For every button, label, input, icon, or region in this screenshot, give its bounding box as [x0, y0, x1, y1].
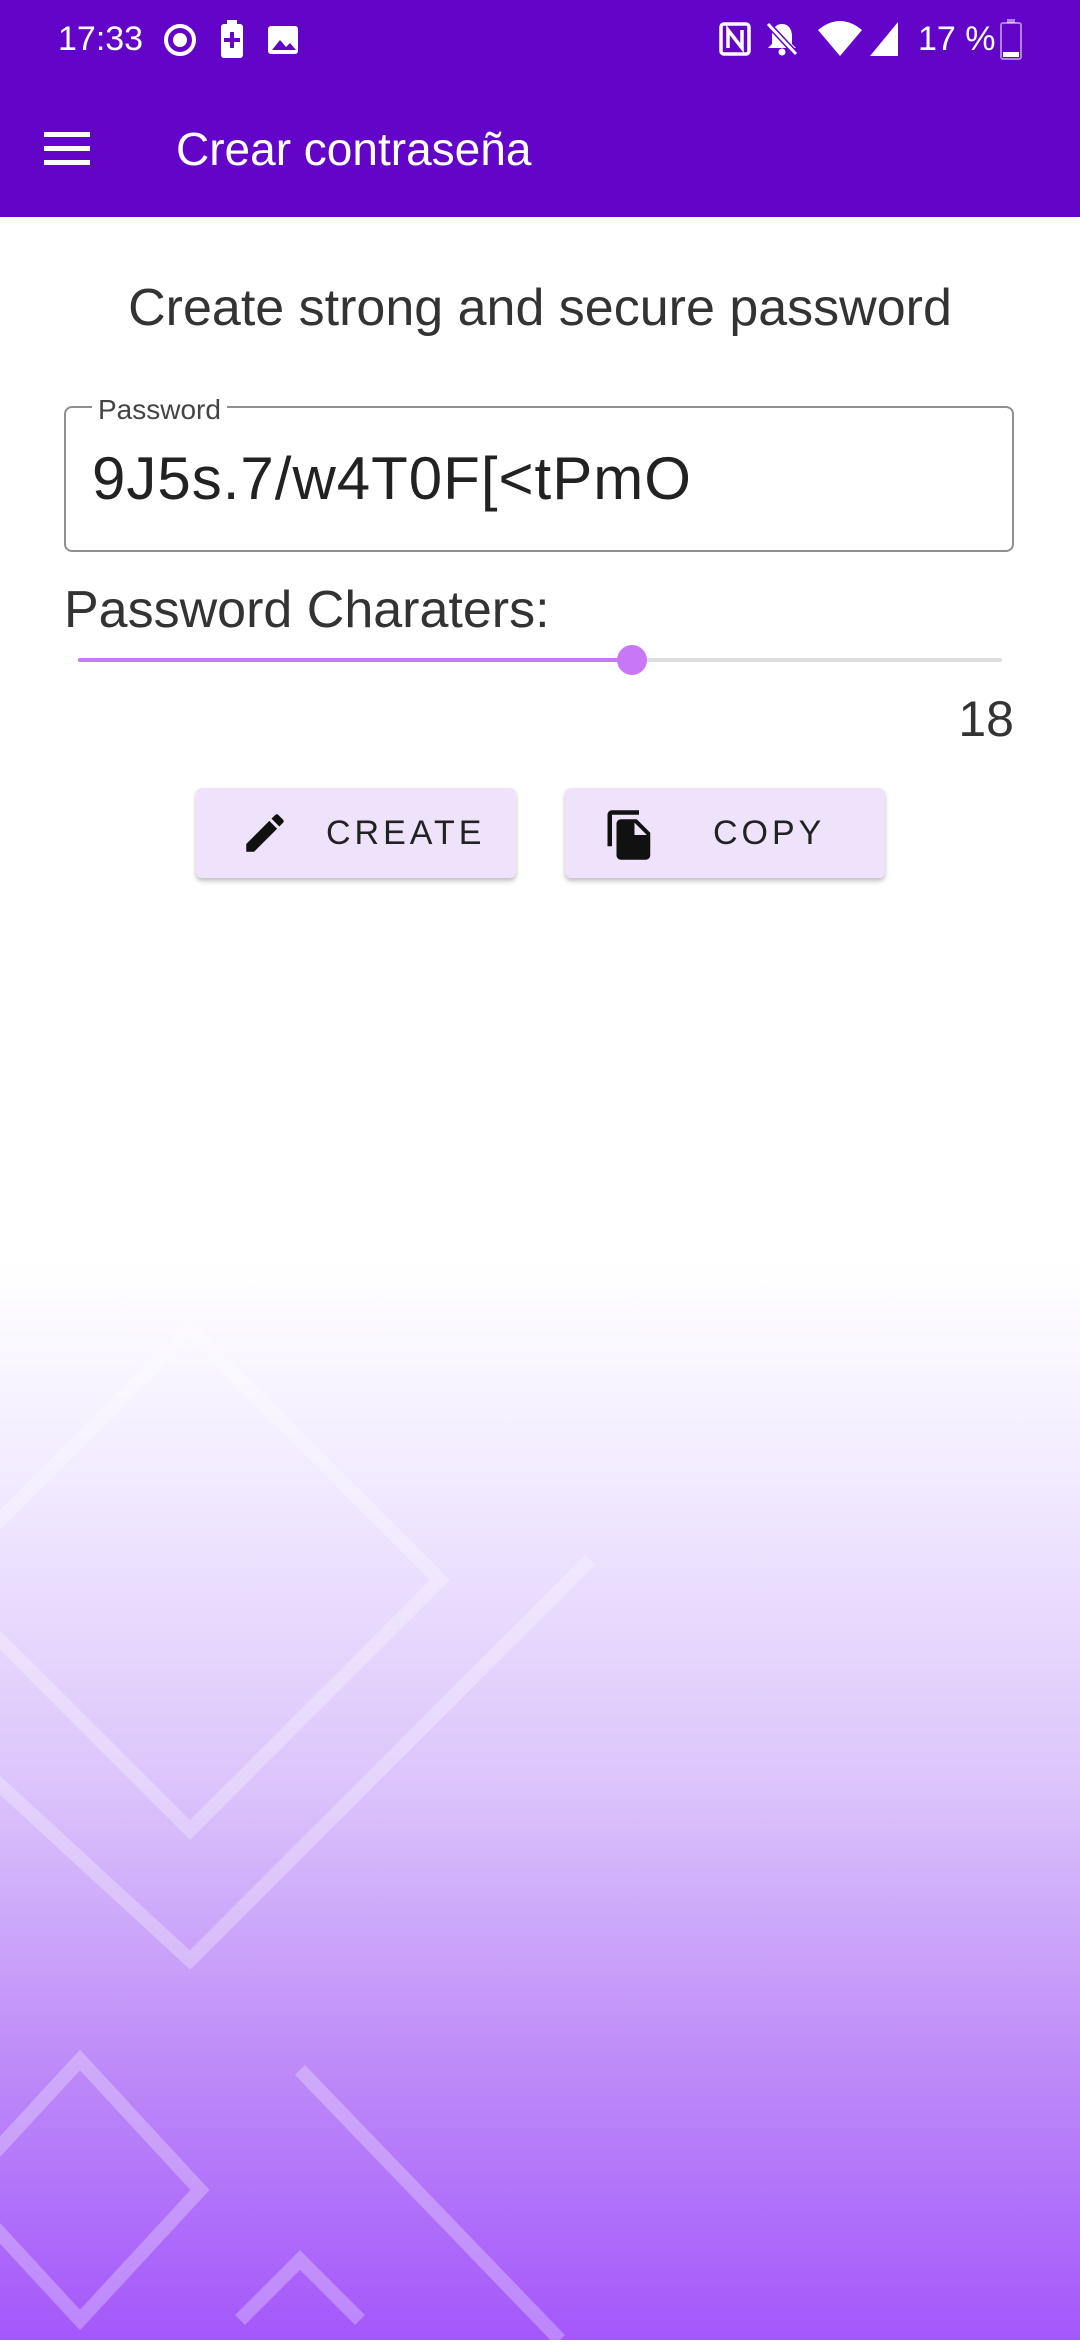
background-pattern — [0, 1320, 595, 2345]
app-bar-title: Crear contraseña — [176, 123, 532, 175]
signal-icon — [870, 22, 898, 56]
wifi-icon — [818, 21, 862, 56]
nfc-icon — [719, 22, 751, 56]
pencil-icon — [246, 814, 284, 852]
battery-saver-icon — [221, 20, 243, 58]
password-length-value: 18 — [958, 691, 1014, 747]
create-button[interactable]: CREATE — [196, 788, 516, 878]
create-button-label: CREATE — [326, 814, 486, 852]
notifications-off-icon — [765, 21, 799, 57]
battery-percentage: 17 % — [918, 20, 996, 58]
copy-button-label: COPY — [713, 814, 826, 852]
password-field-label: Password — [92, 394, 227, 426]
copy-button[interactable]: COPY — [565, 788, 885, 878]
image-icon — [268, 26, 298, 54]
background-gradient — [0, 1260, 1080, 2345]
record-icon — [164, 24, 196, 56]
app-bar: Crear contraseña — [0, 80, 1080, 217]
password-length-slider[interactable] — [78, 645, 1002, 675]
hamburger-menu-icon[interactable] — [38, 116, 102, 180]
password-value[interactable]: 9J5s.7/w4T0F[<tPmO — [92, 444, 692, 513]
copy-icon — [607, 810, 651, 860]
battery-icon — [1000, 19, 1022, 60]
slider-fill — [78, 658, 633, 662]
status-bar: 17:33 17 % — [0, 0, 1080, 80]
password-characters-label: Password Charaters: — [64, 581, 550, 639]
status-time: 17:33 — [58, 20, 144, 58]
slider-thumb[interactable] — [617, 645, 648, 675]
page-heading: Create strong and secure password — [128, 279, 952, 337]
